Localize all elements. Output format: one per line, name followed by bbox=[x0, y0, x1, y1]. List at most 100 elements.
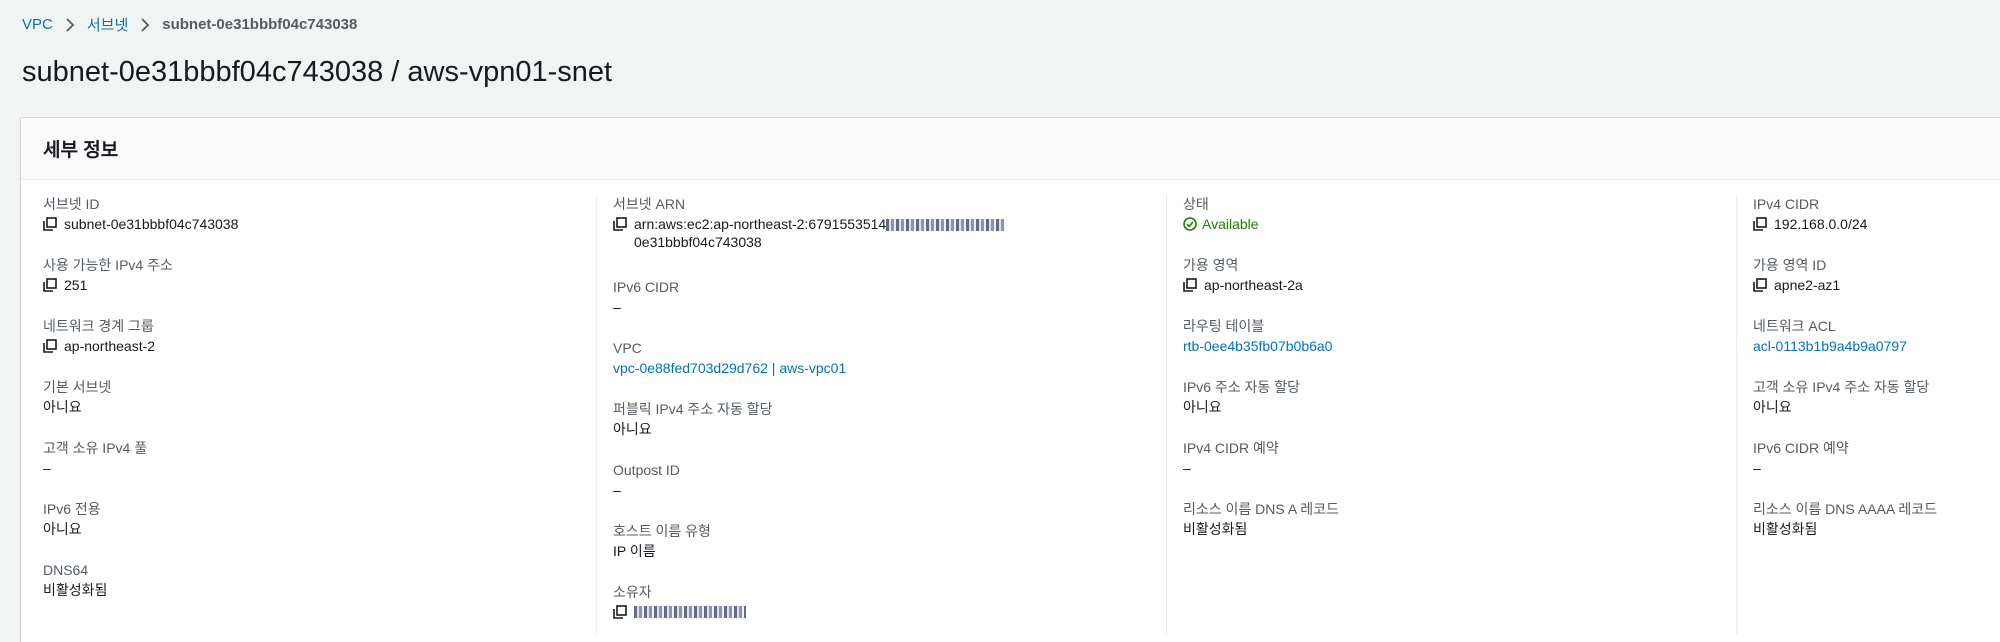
copy-icon[interactable] bbox=[1753, 278, 1767, 292]
field-label: 서브넷 ARN bbox=[613, 196, 686, 212]
field-label: 가용 영역 bbox=[1183, 257, 1239, 273]
details-column-3: 상태 Available 가용 영역 ap-northeast-2a 라우팅 테… bbox=[1183, 180, 1731, 561]
panel-title: 세부 정보 bbox=[43, 140, 119, 161]
redacted-text bbox=[634, 606, 746, 618]
field-label: IPv6 CIDR bbox=[613, 279, 680, 295]
field-customer-owned-ipv4-auto-assign: 고객 소유 IPv4 주소 자동 할당 아니요 bbox=[1753, 378, 2000, 439]
panel-header: 세부 정보 bbox=[21, 118, 2000, 180]
field-subnet-arn: 서브넷 ARN arn:aws:ec2:ap-northeast-2:67915… bbox=[613, 195, 1161, 278]
field-value: 192.168.0.0/24 bbox=[1753, 215, 2000, 233]
field-label: IPv4 CIDR 예약 bbox=[1183, 440, 1279, 456]
field-label: 기본 서브넷 bbox=[43, 379, 112, 395]
field-value: arn:aws:ec2:ap-northeast-2:6791553514 0e… bbox=[613, 215, 1161, 251]
field-label: IPv4 CIDR bbox=[1753, 196, 1820, 212]
field-ipv6-cidr-reservation: IPv6 CIDR 예약 – bbox=[1753, 439, 2000, 500]
details-columns: 서브넷 ID subnet-0e31bbbf04c743038 사용 가능한 I… bbox=[21, 180, 2000, 642]
field-label: 고객 소유 IPv4 주소 자동 할당 bbox=[1753, 379, 1930, 395]
copy-icon[interactable] bbox=[1183, 278, 1197, 292]
field-route-table: 라우팅 테이블 rtb-0ee4b35fb07b0b6a0 bbox=[1183, 317, 1731, 378]
breadcrumb-subnets-link[interactable]: 서브넷 bbox=[87, 14, 128, 35]
chevron-right-icon bbox=[141, 17, 150, 32]
redacted-text bbox=[886, 219, 1005, 232]
column-divider bbox=[596, 194, 597, 634]
field-resource-name-dns-a: 리소스 이름 DNS A 레코드 비활성화됨 bbox=[1183, 500, 1731, 561]
field-label: IPv6 CIDR 예약 bbox=[1753, 440, 1849, 456]
field-ipv6-auto-assign: IPv6 주소 자동 할당 아니요 bbox=[1183, 378, 1731, 439]
field-ipv4-cidr-reservation: IPv4 CIDR 예약 – bbox=[1183, 439, 1731, 500]
field-value: ap-northeast-2a bbox=[1183, 276, 1731, 294]
details-panel: 세부 정보 서브넷 ID subnet-0e31bbbf04c743038 사용… bbox=[20, 117, 2000, 642]
field-value: 아니요 bbox=[1753, 399, 1792, 415]
field-value: 비활성화됨 bbox=[43, 582, 108, 598]
copy-icon[interactable] bbox=[613, 605, 627, 619]
field-value: IP 이름 bbox=[613, 543, 656, 559]
field-label: IPv6 주소 자동 할당 bbox=[1183, 379, 1300, 395]
field-owner: 소유자 bbox=[613, 583, 1161, 642]
page: VPC 서브넷 subnet-0e31bbbf04c743038 subnet-… bbox=[0, 0, 2000, 642]
field-value: 아니요 bbox=[613, 421, 652, 437]
copy-icon[interactable] bbox=[43, 278, 57, 292]
field-value: – bbox=[1753, 460, 1761, 476]
page-title: subnet-0e31bbbf04c743038 / aws-vpn01-sne… bbox=[22, 56, 613, 88]
copy-icon[interactable] bbox=[43, 217, 57, 231]
field-label: DNS64 bbox=[43, 562, 89, 578]
details-column-2: 서브넷 ARN arn:aws:ec2:ap-northeast-2:67915… bbox=[613, 180, 1161, 642]
route-table-link[interactable]: rtb-0ee4b35fb07b0b6a0 bbox=[1183, 337, 1731, 355]
field-label: 리소스 이름 DNS A 레코드 bbox=[1183, 501, 1339, 517]
field-resource-name-dns-aaaa: 리소스 이름 DNS AAAA 레코드 비활성화됨 bbox=[1753, 500, 2000, 561]
field-label: 리소스 이름 DNS AAAA 레코드 bbox=[1753, 501, 1937, 517]
field-outpost-id: Outpost ID – bbox=[613, 461, 1161, 522]
copy-icon[interactable] bbox=[613, 217, 627, 231]
field-availability-zone: 가용 영역 ap-northeast-2a bbox=[1183, 256, 1731, 317]
field-label: 네트워크 경계 그룹 bbox=[43, 318, 154, 334]
field-default-subnet: 기본 서브넷 아니요 bbox=[43, 378, 591, 439]
field-value: 251 bbox=[43, 276, 591, 294]
field-dns64: DNS64 비활성화됨 bbox=[43, 561, 591, 622]
field-subnet-id: 서브넷 ID subnet-0e31bbbf04c743038 bbox=[43, 195, 591, 256]
field-value: 아니요 bbox=[43, 521, 82, 537]
field-value: 비활성화됨 bbox=[1183, 521, 1248, 537]
field-network-acl: 네트워크 ACL acl-0113b1b9a4b9a0797 bbox=[1753, 317, 2000, 378]
field-value: – bbox=[613, 299, 621, 315]
column-divider bbox=[1736, 194, 1737, 634]
copy-icon[interactable] bbox=[43, 339, 57, 353]
field-label: Outpost ID bbox=[613, 462, 680, 478]
field-label: 소유자 bbox=[613, 584, 652, 600]
field-label: 사용 가능한 IPv4 주소 bbox=[43, 257, 173, 273]
field-value bbox=[613, 603, 1161, 619]
field-label: IPv6 전용 bbox=[43, 501, 101, 517]
details-column-4: IPv4 CIDR 192.168.0.0/24 가용 영역 ID apne2-… bbox=[1753, 180, 2000, 561]
field-label: VPC bbox=[613, 340, 642, 356]
field-available-ipv4: 사용 가능한 IPv4 주소 251 bbox=[43, 256, 591, 317]
breadcrumb: VPC 서브넷 subnet-0e31bbbf04c743038 bbox=[22, 14, 357, 35]
field-network-border-group: 네트워크 경계 그룹 ap-northeast-2 bbox=[43, 317, 591, 378]
field-state: 상태 Available bbox=[1183, 195, 1731, 256]
field-availability-zone-id: 가용 영역 ID apne2-az1 bbox=[1753, 256, 2000, 317]
field-ipv4-cidr: IPv4 CIDR 192.168.0.0/24 bbox=[1753, 195, 2000, 256]
field-value: 아니요 bbox=[1183, 399, 1222, 415]
status-indicator: Available bbox=[1183, 215, 1731, 233]
check-circle-icon bbox=[1183, 217, 1197, 231]
field-value: ap-northeast-2 bbox=[43, 337, 591, 355]
vpc-link[interactable]: vpc-0e88fed703d29d762 | aws-vpc01 bbox=[613, 359, 1161, 377]
breadcrumb-vpc-link[interactable]: VPC bbox=[22, 16, 53, 33]
field-label: 라우팅 테이블 bbox=[1183, 318, 1265, 334]
field-value: – bbox=[1183, 460, 1191, 476]
field-value: apne2-az1 bbox=[1753, 276, 2000, 294]
field-customer-owned-ipv4-pool: 고객 소유 IPv4 풀 – bbox=[43, 439, 591, 500]
field-value: 아니요 bbox=[43, 399, 82, 415]
breadcrumb-current: subnet-0e31bbbf04c743038 bbox=[162, 16, 358, 33]
field-public-ipv4-auto-assign: 퍼블릭 IPv4 주소 자동 할당 아니요 bbox=[613, 400, 1161, 461]
field-label: 호스트 이름 유형 bbox=[613, 523, 711, 539]
column-divider bbox=[1166, 194, 1167, 634]
field-label: 상태 bbox=[1183, 196, 1209, 212]
field-label: 고객 소유 IPv4 풀 bbox=[43, 440, 148, 456]
field-hostname-type: 호스트 이름 유형 IP 이름 bbox=[613, 522, 1161, 583]
field-ipv6-cidr: IPv6 CIDR – bbox=[613, 278, 1161, 339]
field-value: 비활성화됨 bbox=[1753, 521, 1818, 537]
copy-icon[interactable] bbox=[1753, 217, 1767, 231]
details-column-1: 서브넷 ID subnet-0e31bbbf04c743038 사용 가능한 I… bbox=[43, 180, 591, 622]
network-acl-link[interactable]: acl-0113b1b9a4b9a0797 bbox=[1753, 337, 2000, 355]
chevron-right-icon bbox=[66, 17, 75, 32]
field-value: – bbox=[43, 460, 51, 476]
